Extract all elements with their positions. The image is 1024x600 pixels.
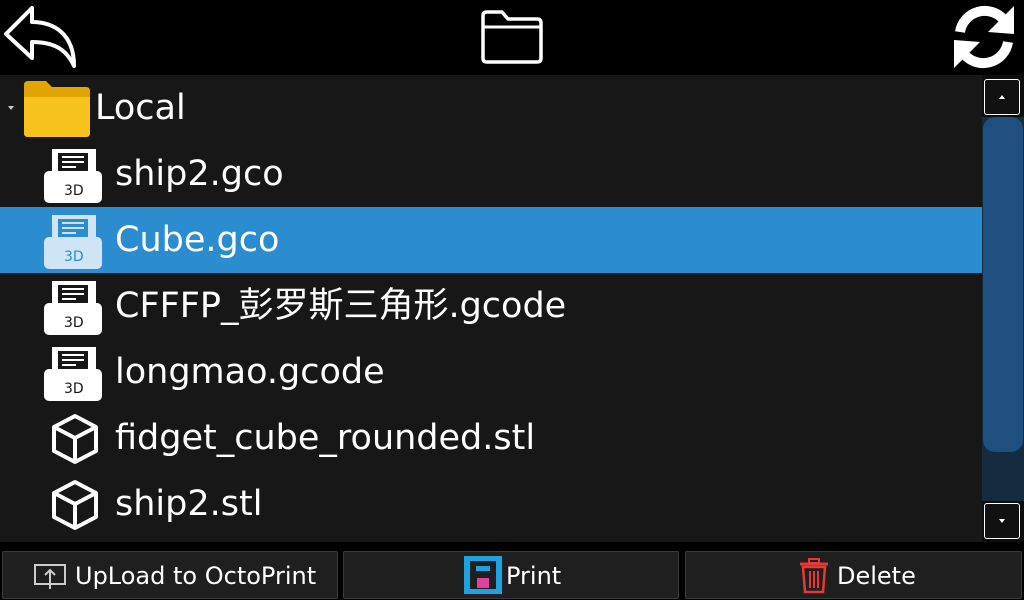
scroll-thumb[interactable] [983, 117, 1023, 452]
folder-button[interactable] [478, 8, 546, 66]
refresh-icon [954, 5, 1014, 69]
upload-to-octoprint-button[interactable]: UpLoad to OctoPrint [2, 551, 338, 599]
tree-root-local[interactable]: Local [0, 75, 982, 141]
top-toolbar [0, 0, 1024, 74]
file-item[interactable]: fidget_cube_rounded.stl [0, 405, 982, 471]
file-tree: Local 3D ship2.gco 3D Cube.gco 3D CFFFP_… [0, 75, 982, 542]
file-label: Cube.gco [115, 220, 280, 260]
svg-text:3D: 3D [64, 315, 84, 331]
back-arrow-icon [4, 6, 76, 68]
file-item-selected[interactable]: 3D Cube.gco [0, 207, 982, 273]
print-button[interactable]: Print [343, 551, 679, 599]
delete-label: Delete [837, 562, 916, 590]
folder-outline-icon [481, 10, 543, 64]
gcode-3d-icon: 3D [44, 149, 102, 203]
file-label: CFFFP_彭罗斯三角形.gcode [115, 286, 567, 326]
expand-caret-icon[interactable] [4, 103, 18, 113]
tree-root-label: Local [95, 88, 186, 128]
svg-text:3D: 3D [64, 183, 84, 199]
delete-button[interactable]: Delete [685, 551, 1022, 599]
upload-screen-icon [34, 564, 66, 589]
file-item[interactable]: 3D longmao.gcode [0, 339, 982, 405]
refresh-button[interactable] [948, 2, 1020, 72]
file-label: ship2.gco [115, 154, 284, 194]
file-label: ship2.stl [115, 484, 263, 524]
back-button[interactable] [2, 4, 78, 70]
print-label: Print [506, 562, 562, 590]
action-bar: UpLoad to OctoPrint Print Delete [0, 546, 1024, 600]
scroll-up-button[interactable] [984, 79, 1020, 115]
cube-icon [52, 414, 98, 464]
file-item[interactable]: ship2.stl [0, 471, 982, 537]
upload-label: UpLoad to OctoPrint [75, 562, 317, 590]
scrollbar[interactable] [982, 75, 1024, 542]
printer-icon [464, 556, 502, 594]
file-item[interactable]: 3D CFFFP_彭罗斯三角形.gcode [0, 273, 982, 339]
svg-text:3D: 3D [64, 381, 84, 397]
trash-icon [800, 558, 828, 594]
folder-icon [24, 81, 90, 137]
svg-text:3D: 3D [64, 249, 84, 265]
caret-down-icon [999, 519, 1005, 523]
gcode-3d-icon: 3D [44, 347, 102, 401]
gcode-3d-icon: 3D [44, 215, 102, 269]
file-label: longmao.gcode [115, 352, 385, 392]
file-label: fidget_cube_rounded.stl [115, 418, 536, 458]
cube-icon [52, 480, 98, 530]
scroll-down-button[interactable] [984, 503, 1020, 539]
caret-up-icon [999, 95, 1005, 99]
file-item[interactable]: 3D ship2.gco [0, 141, 982, 207]
gcode-3d-icon: 3D [44, 281, 102, 335]
scroll-track[interactable] [982, 117, 1024, 501]
